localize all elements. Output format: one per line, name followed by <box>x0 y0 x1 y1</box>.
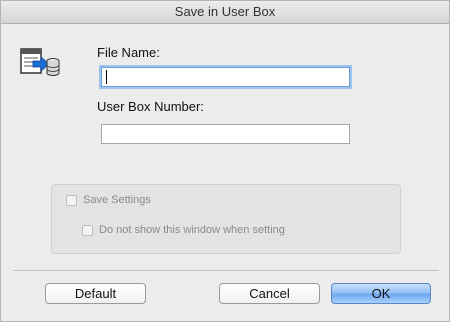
cancel-button[interactable]: Cancel <box>219 283 320 304</box>
separator <box>13 270 439 271</box>
file-name-label: File Name: <box>97 45 160 60</box>
window-title: Save in User Box <box>1 1 449 24</box>
ok-button[interactable]: OK <box>331 283 431 304</box>
user-box-number-input[interactable] <box>101 124 350 144</box>
do-not-show-label: Do not show this window when setting <box>99 224 285 236</box>
default-button[interactable]: Default <box>45 283 146 304</box>
save-settings-label: Save Settings <box>83 194 151 206</box>
checkbox-icon <box>82 224 93 236</box>
do-not-show-checkbox[interactable]: Do not show this window when setting <box>82 224 285 236</box>
settings-group: Save Settings Do not show this window wh… <box>51 184 401 254</box>
user-box-number-label: User Box Number: <box>97 99 204 114</box>
save-settings-checkbox[interactable]: Save Settings <box>66 194 151 206</box>
checkbox-icon <box>66 194 77 206</box>
text-caret <box>106 70 107 84</box>
save-to-user-box-icon <box>20 48 60 76</box>
file-name-input[interactable] <box>101 67 350 87</box>
dialog-window: Save in User Box File Name: User Box Num… <box>0 0 450 322</box>
